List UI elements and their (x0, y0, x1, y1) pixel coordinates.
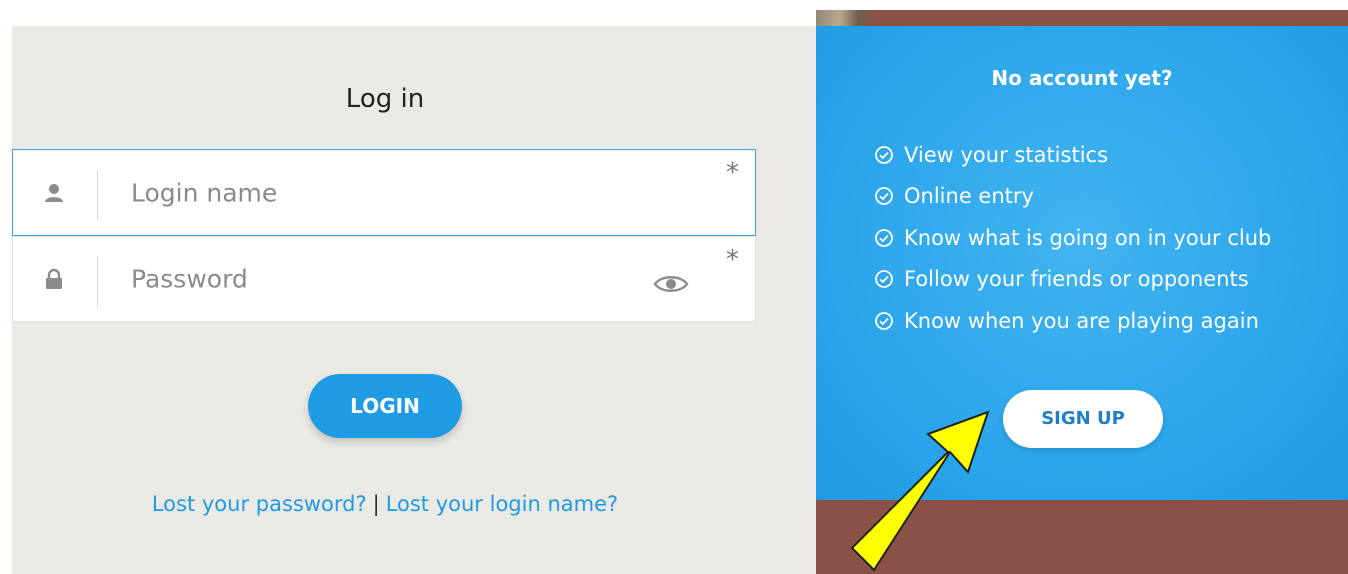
background-photo-strip (816, 10, 876, 26)
password-field[interactable]: * (12, 236, 756, 322)
page: Log in * * LOGIN Lost you (0, 0, 1348, 574)
check-circle-icon (875, 311, 893, 330)
check-circle-icon (875, 270, 893, 289)
signup-button[interactable]: SIGN UP (1003, 390, 1163, 448)
benefits-list: View your statistics Online entry Know w… (874, 134, 1271, 342)
password-input[interactable] (129, 263, 633, 295)
login-button[interactable]: LOGIN (308, 374, 462, 438)
lost-login-name-link[interactable]: Lost your login name? (386, 492, 618, 516)
signup-title: No account yet? (991, 66, 1173, 90)
check-circle-icon (875, 187, 893, 206)
list-item: View your statistics (874, 134, 1271, 176)
login-name-input[interactable] (129, 177, 633, 208)
lost-credentials-links: Lost your password? | Lost your login name… (12, 492, 758, 516)
yellow-arrow-icon (850, 410, 990, 572)
required-marker: * (726, 245, 739, 275)
user-icon (45, 183, 63, 202)
benefit-text: Know when you are playing again (904, 308, 1259, 333)
list-item: Know what is going on in your club (874, 217, 1271, 259)
benefit-text: Know what is going on in your club (904, 225, 1272, 250)
eye-icon[interactable] (653, 273, 689, 295)
list-item: Know when you are playing again (874, 300, 1271, 342)
list-item: Follow your friends or opponents (874, 259, 1271, 301)
lost-password-link[interactable]: Lost your password? (152, 492, 367, 516)
list-item: Online entry (874, 176, 1271, 218)
field-divider (97, 257, 98, 307)
required-marker: * (726, 158, 739, 188)
benefit-text: View your statistics (904, 142, 1109, 167)
check-circle-icon (875, 145, 893, 164)
benefit-text: Follow your friends or opponents (904, 267, 1249, 292)
field-divider (97, 170, 98, 220)
benefit-text: Online entry (904, 184, 1034, 209)
link-separator: | (372, 492, 380, 516)
login-title: Log in (345, 84, 425, 114)
lock-icon (46, 268, 62, 289)
check-circle-icon (875, 228, 893, 247)
login-name-field[interactable]: * (12, 149, 756, 236)
login-panel: Log in * * LOGIN Lost you (12, 26, 816, 574)
